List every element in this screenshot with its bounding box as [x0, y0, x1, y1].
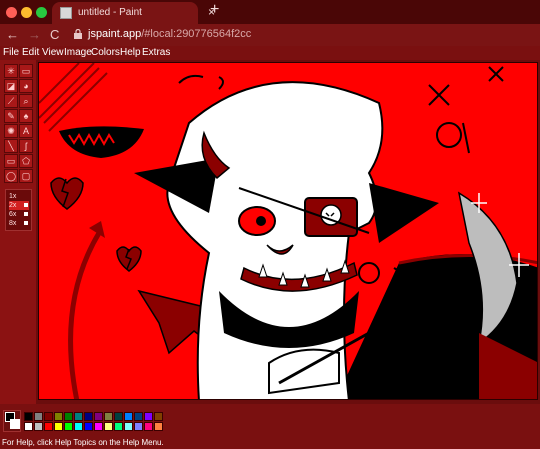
- zoom-1x-option[interactable]: 1x: [9, 192, 29, 201]
- color-palette: [0, 404, 540, 438]
- line-icon: ╲: [8, 141, 14, 151]
- airbrush-icon: ✺: [7, 126, 15, 136]
- color-swatch[interactable]: [144, 422, 153, 431]
- pick-color-icon: ⟋: [7, 96, 15, 106]
- tool-rectangle[interactable]: ▭: [4, 154, 18, 168]
- ellipse-icon: ◯: [5, 171, 17, 181]
- menu-colors[interactable]: Colors: [91, 47, 120, 58]
- url-path: /#local:290776564f2cc: [141, 28, 252, 40]
- color-swatch[interactable]: [124, 412, 133, 421]
- tool-text[interactable]: A: [19, 124, 33, 138]
- site-info-icon[interactable]: [74, 29, 82, 39]
- tool-pencil[interactable]: ✎: [4, 109, 18, 123]
- tool-ellipse[interactable]: ◯: [4, 169, 18, 183]
- tool-fill[interactable]: ◕: [19, 79, 33, 93]
- toolbox: 1x 2x 6x 8x ✳ ▭ ◪ ◕ ⟋ ⌕ ✎ ♠ ✺ A ╲ ʃ ▭ ⬠ ◯ ▢: [0, 60, 36, 404]
- magnifier-icon: ⌕: [23, 96, 29, 106]
- color-swatch[interactable]: [54, 422, 63, 431]
- color-swatch[interactable]: [44, 412, 53, 421]
- zoom-6x-option[interactable]: 6x: [9, 210, 29, 219]
- tool-line[interactable]: ╲: [4, 139, 18, 153]
- url-host: jspaint.app: [88, 28, 142, 40]
- color-swatch[interactable]: [144, 412, 153, 421]
- color-swatch[interactable]: [94, 412, 103, 421]
- eraser-icon: ◪: [6, 81, 16, 91]
- color-swatch[interactable]: [84, 422, 93, 431]
- tool-curve[interactable]: ʃ: [19, 139, 33, 153]
- drawing-canvas[interactable]: [38, 62, 538, 400]
- tab-title: untitled - Paint: [78, 7, 142, 18]
- select-icon: ▭: [21, 66, 31, 76]
- tool-eraser[interactable]: ◪: [4, 79, 18, 93]
- new-tab-button[interactable]: +: [210, 1, 219, 19]
- color-swatch[interactable]: [54, 412, 63, 421]
- color-swatch[interactable]: [134, 422, 143, 431]
- paint-window: untitled - Paint × + ← → C jspaint.app/#…: [0, 0, 540, 449]
- menu-image[interactable]: Image: [64, 47, 92, 58]
- color-swatch[interactable]: [34, 422, 43, 431]
- status-help-text: For Help, click Help Topics on the Help …: [2, 438, 164, 447]
- color-swatch[interactable]: [34, 412, 43, 421]
- tool-airbrush[interactable]: ✺: [4, 124, 18, 138]
- color-swatch[interactable]: [64, 412, 73, 421]
- tool-pick-color[interactable]: ⟋: [4, 94, 18, 108]
- tool-free-form-select[interactable]: ✳: [4, 64, 18, 78]
- background-color[interactable]: [10, 419, 20, 429]
- color-swatch[interactable]: [114, 422, 123, 431]
- reload-icon[interactable]: C: [50, 27, 59, 42]
- tool-rounded-rectangle[interactable]: ▢: [19, 169, 33, 183]
- rectangle-icon: ▭: [6, 156, 16, 166]
- zoom-8x-option[interactable]: 8x: [9, 219, 29, 228]
- back-arrow-icon[interactable]: ←: [6, 27, 19, 42]
- color-swatch[interactable]: [134, 412, 143, 421]
- color-swatch[interactable]: [24, 412, 33, 421]
- color-swatch[interactable]: [154, 412, 163, 421]
- maximize-window-button[interactable]: [36, 7, 47, 18]
- menu-extras[interactable]: Extras: [142, 47, 170, 58]
- color-swatch[interactable]: [114, 412, 123, 421]
- color-swatch[interactable]: [74, 422, 83, 431]
- tool-magnifier[interactable]: ⌕: [19, 94, 33, 108]
- color-swatch[interactable]: [74, 412, 83, 421]
- menu-view[interactable]: View: [42, 47, 64, 58]
- polygon-icon: ⬠: [22, 156, 30, 166]
- tool-brush[interactable]: ♠: [19, 109, 33, 123]
- menu-file[interactable]: File: [3, 47, 19, 58]
- paint-favicon-icon: [60, 7, 72, 19]
- current-colors[interactable]: [3, 410, 21, 432]
- address-bar: ← → C jspaint.app/#local:290776564f2cc: [0, 24, 540, 46]
- curve-icon: ʃ: [25, 141, 27, 151]
- free-form-select-icon: ✳: [7, 66, 15, 76]
- menu-bar: File Edit View Image Colors Help Extras: [0, 46, 540, 60]
- pencil-icon: ✎: [7, 111, 15, 121]
- tool-select[interactable]: ▭: [19, 64, 33, 78]
- color-swatch[interactable]: [154, 422, 163, 431]
- rounded-rectangle-icon: ▢: [21, 171, 31, 181]
- forward-arrow-icon[interactable]: →: [28, 27, 41, 42]
- minimize-window-button[interactable]: [21, 7, 32, 18]
- color-swatch[interactable]: [24, 422, 33, 431]
- color-swatch[interactable]: [94, 422, 103, 431]
- color-swatch[interactable]: [124, 422, 133, 431]
- tool-polygon[interactable]: ⬠: [19, 154, 33, 168]
- artwork: [39, 63, 537, 399]
- color-swatch[interactable]: [64, 422, 73, 431]
- tool-options-zoom: 1x 2x 6x 8x: [5, 189, 32, 231]
- menu-edit[interactable]: Edit: [22, 47, 39, 58]
- color-swatch[interactable]: [84, 412, 93, 421]
- close-window-button[interactable]: [6, 7, 17, 18]
- status-bar: For Help, click Help Topics on the Help …: [0, 438, 540, 449]
- canvas-area: [36, 60, 540, 404]
- url-field[interactable]: jspaint.app/#local:290776564f2cc: [88, 28, 251, 40]
- browser-tab-bar: untitled - Paint × +: [0, 0, 540, 24]
- menu-help[interactable]: Help: [120, 47, 141, 58]
- color-swatch[interactable]: [104, 422, 113, 431]
- brush-icon: ♠: [23, 111, 29, 121]
- zoom-2x-option[interactable]: 2x: [9, 201, 29, 210]
- browser-tab[interactable]: untitled - Paint ×: [52, 2, 215, 24]
- color-swatch[interactable]: [44, 422, 53, 431]
- text-icon: A: [22, 126, 29, 136]
- fill-icon: ◕: [23, 81, 29, 91]
- color-swatch[interactable]: [104, 412, 113, 421]
